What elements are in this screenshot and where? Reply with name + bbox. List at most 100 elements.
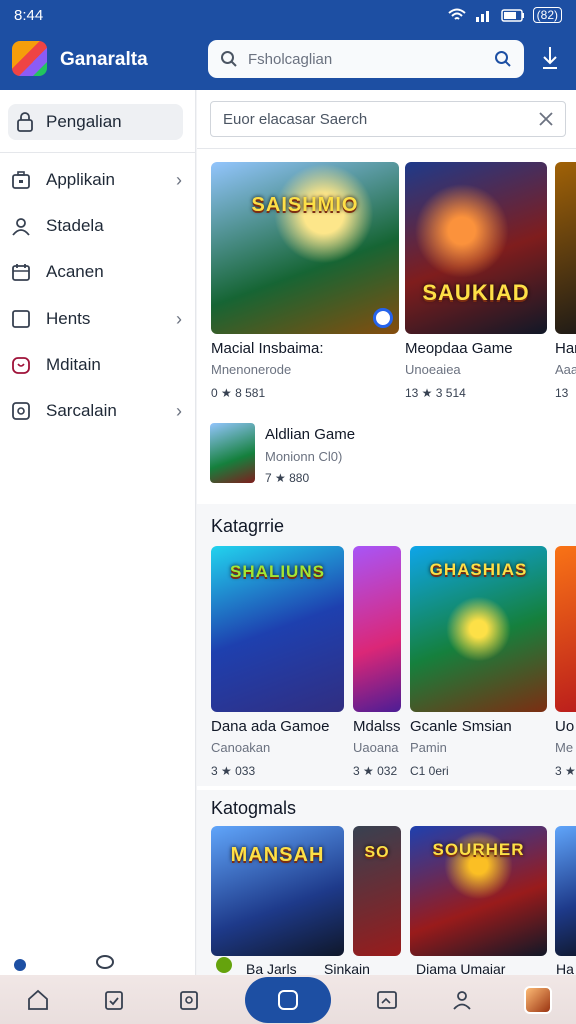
- category-card[interactable]: SO: [353, 826, 401, 956]
- green-dot-icon: [216, 957, 232, 973]
- card-subtitle: Aaa: [555, 362, 576, 377]
- game-thumbnail: [555, 162, 576, 334]
- game-thumbnail: SAISHMIO: [211, 162, 399, 334]
- card-title: Uo: [555, 718, 575, 735]
- sidebar-item-label: Applikain: [46, 170, 115, 189]
- signal-icon: [475, 11, 489, 22]
- download-icon[interactable]: [538, 45, 562, 71]
- sidebar-item-applikain[interactable]: Applikain ›: [0, 160, 196, 200]
- nav-media-button[interactable]: [367, 980, 407, 1020]
- game-thumbnail: SO: [353, 826, 401, 956]
- search-submit-icon[interactable]: [494, 50, 512, 68]
- card-rating: 13 ★ 3 514: [405, 386, 466, 400]
- category-card[interactable]: [555, 826, 576, 956]
- thumbnail-art-title: SAUKIAD: [422, 280, 530, 305]
- thumbnail-art-title: SO: [364, 844, 390, 861]
- thumbnail-art-title: MANSAH: [230, 844, 325, 866]
- thumbnail-art-title: SOURHER: [432, 840, 525, 859]
- top-search-input[interactable]: Fsholcaglian: [208, 40, 524, 78]
- sidebar-item-stadela[interactable]: Stadela: [0, 206, 196, 246]
- sidebar-item-label: Mditain: [46, 355, 101, 374]
- featured-card[interactable]: SAUKIAD Meopdaa Game Unoeaiea 13 ★ 3 514: [405, 162, 547, 400]
- card-subtitle: Pamin: [410, 740, 447, 755]
- card-title: Macial Insbaima:: [211, 340, 324, 357]
- game-thumbnail: [555, 546, 576, 712]
- nav-avatar-button[interactable]: [518, 980, 558, 1020]
- top-search-placeholder: Fsholcaglian: [248, 50, 333, 68]
- sidebar-home-label: Pengalian: [46, 112, 122, 131]
- nav-profile-button[interactable]: [442, 980, 482, 1020]
- gamepad-icon: [180, 990, 199, 1010]
- sidebar-item-home[interactable]: Pengalian: [8, 104, 183, 140]
- card-title: Gcanle Smsian: [410, 718, 512, 735]
- category-card[interactable]: Mdalss Uaoana 3 ★ 032: [353, 546, 401, 778]
- bag-icon: [10, 354, 32, 376]
- sidebar-item-label: Sarcalain: [46, 401, 117, 420]
- card-rating: 0 ★ 8 581: [211, 386, 266, 400]
- sidebar-item-hents[interactable]: Hents ›: [0, 299, 196, 339]
- card-rating: 3 ★ 032: [353, 764, 398, 778]
- settings-icon: [10, 400, 32, 422]
- sidebar-item-label: Stadela: [46, 216, 104, 235]
- person-icon: [10, 215, 32, 237]
- thumbnail-art-title: GHASHIAS: [429, 560, 528, 579]
- avatar-icon: [524, 985, 553, 1014]
- section-title: Katogmals: [211, 798, 297, 818]
- app-bar: 8:44 (82) Ganaralta Fsholcaglian: [0, 0, 576, 90]
- main-search-input[interactable]: Euor elacasar Saerch: [210, 101, 566, 137]
- list-item-subtitle: Monionn Cl0): [265, 449, 343, 464]
- card-title: Har: [555, 340, 576, 357]
- thumbnail-art-title: SAISHMIO: [251, 194, 359, 216]
- category-card[interactable]: GHASHIAS Gcanle Smsian Pamin C1 0eri: [410, 546, 547, 778]
- close-icon[interactable]: [539, 112, 553, 126]
- card-subtitle: Uaoana: [353, 740, 399, 755]
- lock-icon: [17, 112, 33, 132]
- status-bar: 8:44 (82): [0, 0, 576, 30]
- category-section: Katagrrie SHALIUNS Dana ada Gamoe Canoak…: [197, 504, 576, 786]
- nav-clipboard-button[interactable]: [94, 980, 134, 1020]
- list-item-thumbnail: [210, 423, 255, 483]
- category-card[interactable]: SHALIUNS Dana ada Gamoe Canoakan 3 ★ 033: [211, 546, 344, 778]
- nav-games-button[interactable]: [169, 980, 209, 1020]
- game-thumbnail: SHALIUNS: [211, 546, 344, 712]
- square-icon: [10, 308, 32, 330]
- card-title: Dana ada Gamoe: [211, 718, 330, 735]
- calendar-icon: [10, 261, 32, 283]
- sidebar-item-label: Acanen: [46, 262, 104, 281]
- center-square-icon: [277, 989, 298, 1010]
- main-divider: [197, 148, 576, 149]
- card-subtitle: Me: [555, 740, 574, 755]
- app-logo-icon[interactable]: [12, 41, 47, 76]
- category-card[interactable]: MANSAH: [211, 826, 344, 956]
- main-search-placeholder: Euor elacasar Saerch: [223, 110, 368, 128]
- card-title: Mdalss: [353, 718, 401, 735]
- card-rating: C1 0eri: [410, 764, 449, 778]
- section-title: Katagrrie: [211, 516, 285, 536]
- category-card[interactable]: Uo Me 3 ★: [555, 546, 576, 778]
- category-card[interactable]: SOURHER: [410, 826, 547, 956]
- card-title: Meopdaa Game: [405, 340, 513, 357]
- chevron-right-icon: ›: [176, 169, 182, 190]
- sidebar-item-sarcalain[interactable]: Sarcalain ›: [0, 391, 196, 431]
- sidebar-item-mditain[interactable]: Mditain: [0, 345, 196, 385]
- list-item[interactable]: Aldlian Game Monionn Cl0) 7 ★ 880: [210, 423, 570, 485]
- nav-home-button[interactable]: [18, 980, 58, 1020]
- card-rating: 13: [555, 386, 569, 400]
- sidebar-item-acanen[interactable]: Acanen: [0, 252, 196, 292]
- peek-labels: Ba Jarls Sinkain Diama Umaiar Ha: [0, 955, 576, 977]
- featured-card[interactable]: Har Aaa 13: [555, 162, 576, 400]
- game-thumbnail: SOURHER: [410, 826, 547, 956]
- image-icon: [376, 990, 397, 1009]
- featured-card[interactable]: SAISHMIO Macial Insbaima: Mnenonerode 0 …: [211, 162, 399, 400]
- thumbnail-art-title: SHALIUNS: [230, 562, 325, 581]
- status-icons: (82): [447, 7, 562, 23]
- main-content: Euor elacasar Saerch SAISHMIO Macial Ins…: [197, 90, 576, 975]
- dot-icon: [14, 959, 26, 971]
- card-rating: 3 ★: [555, 764, 576, 778]
- game-thumbnail: MANSAH: [211, 826, 344, 956]
- nav-center-button[interactable]: [244, 976, 331, 1023]
- card-subtitle: Unoeaiea: [405, 362, 461, 377]
- clipboard-icon: [104, 990, 123, 1010]
- card-subtitle: Mnenonerode: [211, 362, 292, 377]
- game-thumbnail: [555, 826, 576, 956]
